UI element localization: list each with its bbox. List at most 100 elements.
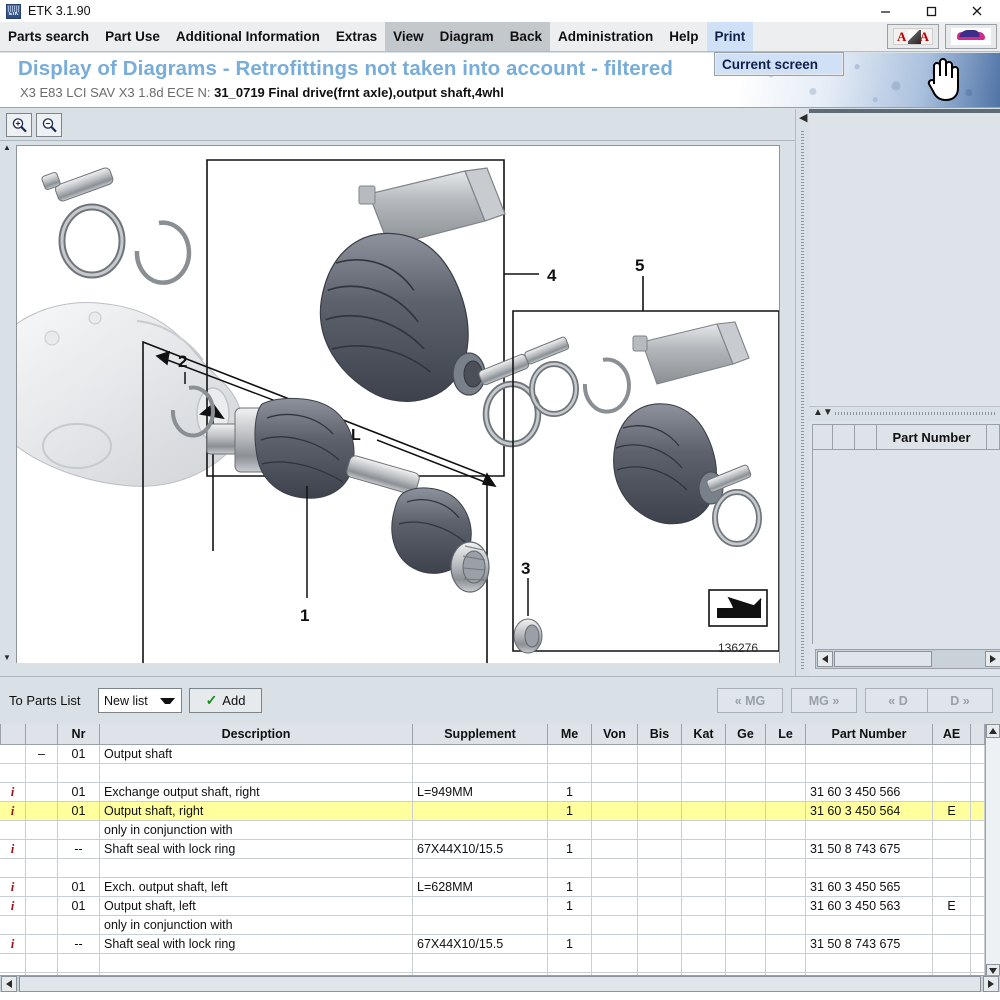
prev-d-button[interactable]: « D (865, 688, 931, 713)
cell-ae (933, 821, 971, 840)
cell-kat (682, 859, 726, 878)
next-mg-button[interactable]: MG » (791, 688, 857, 713)
zoom-out-icon[interactable] (36, 113, 62, 137)
rp-col-1[interactable] (832, 424, 854, 450)
parts-table-col-kat[interactable]: Kat (682, 724, 726, 745)
cell-bis (638, 821, 682, 840)
parts-table-col-part-number[interactable]: Part Number (806, 724, 933, 745)
parts-table-horizontal-scrollbar[interactable] (0, 975, 1000, 992)
menu-back[interactable]: Back (501, 22, 550, 51)
right-panel-horizontal-scrollbar[interactable] (815, 649, 1000, 669)
parts-table-col-ge[interactable]: Ge (726, 724, 766, 745)
info-icon[interactable]: i (11, 879, 15, 895)
vehicle-icon[interactable] (945, 24, 997, 49)
info-icon[interactable]: i (11, 803, 15, 819)
table-row[interactable]: i -- Shaft seal with lock ring 67X44X10/15.… (0, 935, 1000, 954)
diagram-canvas[interactable]: 4 5 L 1 2 3 136276 (0, 145, 780, 669)
info-icon[interactable]: i (11, 841, 15, 857)
info-icon[interactable]: i (11, 784, 15, 800)
table-scroll-right-arrow-icon[interactable] (983, 976, 999, 992)
table-row[interactable]: i -- Shaft seal with lock ring 67X44X10/15.… (0, 840, 1000, 859)
table-row[interactable] (0, 954, 1000, 973)
parts-table-col-von[interactable]: Von (592, 724, 638, 745)
close-button[interactable] (954, 0, 1000, 22)
add-button[interactable]: ✓ Add (189, 688, 262, 713)
table-row[interactable]: –01 Output shaft (0, 745, 1000, 764)
cell-description: Shaft seal with lock ring (100, 840, 413, 859)
parts-table-col-bis[interactable]: Bis (638, 724, 682, 745)
parts-table-col-ae[interactable]: AE (933, 724, 971, 745)
rp-col-0[interactable] (812, 424, 832, 450)
cell-c13 (971, 821, 985, 840)
table-scroll-up-arrow-icon[interactable] (986, 724, 1000, 738)
menu-diagram[interactable]: Diagram (431, 22, 502, 51)
prev-mg-button[interactable]: « MG (717, 688, 783, 713)
parts-table-col-blank-0[interactable] (0, 724, 26, 745)
table-row[interactable]: i 01 Output shaft, right 1 31 60 3 450 564 E (0, 802, 1000, 821)
parts-table-col-le[interactable]: Le (766, 724, 806, 745)
minimize-button[interactable] (862, 0, 908, 22)
menu-administration[interactable]: Administration (550, 22, 661, 51)
print-menu-item-current-screen[interactable]: Current screen (716, 54, 842, 74)
cell-c0 (0, 745, 26, 764)
cell-c13 (971, 916, 985, 935)
cell-c13 (971, 935, 985, 954)
add-button-label: Add (222, 693, 246, 708)
table-scroll-left-arrow-icon[interactable] (1, 976, 17, 992)
right-panel-splitter-grip (835, 412, 996, 415)
zoom-in-icon[interactable] (6, 113, 32, 137)
maximize-button[interactable] (908, 0, 954, 22)
right-panel-splitter-arrows-icon[interactable]: ▲▼ (813, 407, 833, 418)
parts-table-col-supplement[interactable]: Supplement (413, 724, 548, 745)
right-panel-table-header: Part Number (812, 424, 1000, 450)
table-row[interactable]: only in conjunction with (0, 916, 1000, 935)
rp-scroll-thumb[interactable] (834, 651, 932, 667)
menu-parts-search[interactable]: Parts search (0, 22, 97, 51)
parts-table-col-nr[interactable]: Nr (58, 724, 100, 745)
table-hscroll-thumb[interactable] (19, 976, 981, 992)
window-titlebar: ETK ETK 3.1.90 (0, 0, 1000, 22)
menu-view[interactable]: View (385, 22, 432, 51)
splitter-collapse-arrow-icon[interactable]: ◀ (799, 113, 807, 124)
cell-bis (638, 783, 682, 802)
rp-col-4[interactable] (986, 424, 1000, 450)
table-row[interactable]: only in conjunction with (0, 821, 1000, 840)
cell-kat (682, 745, 726, 764)
parts-table-col-blank-13[interactable] (971, 724, 985, 745)
rp-scroll-left-arrow-icon[interactable] (817, 651, 833, 667)
parts-table-col-me[interactable]: Me (548, 724, 592, 745)
parts-table-col-description[interactable]: Description (100, 724, 413, 745)
table-row[interactable]: i 01 Output shaft, left 1 31 60 3 450 563 E (0, 897, 1000, 916)
menu-part-use[interactable]: Part Use (97, 22, 168, 51)
info-icon[interactable]: i (11, 898, 15, 914)
right-panel-table-body[interactable] (812, 450, 1000, 644)
viewer-right-splitter[interactable]: ◀ (795, 109, 809, 676)
cell-c0: i (0, 935, 26, 954)
page-title: Display of Diagrams - Retrofittings not … (18, 57, 673, 80)
annotation-icon[interactable]: AA (887, 24, 939, 49)
cell-le (766, 783, 806, 802)
rp-col-2[interactable] (854, 424, 876, 450)
parts-table-vertical-scrollbar[interactable] (985, 724, 1000, 978)
menu-help[interactable]: Help (661, 22, 706, 51)
table-row[interactable]: i 01 Exch. output shaft, left L=628MM 1 31 60… (0, 878, 1000, 897)
cell-nr (58, 859, 100, 878)
table-row[interactable]: i 01 Exchange output shaft, right L=949MM 1 3… (0, 783, 1000, 802)
rp-scroll-right-arrow-icon[interactable] (985, 651, 1000, 667)
rp-col-part-number[interactable]: Part Number (876, 424, 986, 450)
table-row[interactable] (0, 764, 1000, 783)
menu-print[interactable]: Print (706, 22, 754, 51)
etk-app-icon: ETK (6, 3, 21, 19)
table-row[interactable] (0, 859, 1000, 878)
right-panel-horizontal-splitter[interactable]: ▲▼ (809, 407, 1000, 421)
menu-extras[interactable]: Extras (328, 22, 385, 51)
cell-c0 (0, 916, 26, 935)
next-d-button[interactable]: D » (927, 688, 993, 713)
parts-list-select[interactable]: New list (98, 688, 182, 713)
cell-le (766, 764, 806, 783)
parts-table-col-blank-1[interactable] (26, 724, 58, 745)
cell-ae (933, 878, 971, 897)
cell-part-number (806, 859, 933, 878)
info-icon[interactable]: i (11, 936, 15, 952)
menu-additional-information[interactable]: Additional Information (168, 22, 328, 51)
